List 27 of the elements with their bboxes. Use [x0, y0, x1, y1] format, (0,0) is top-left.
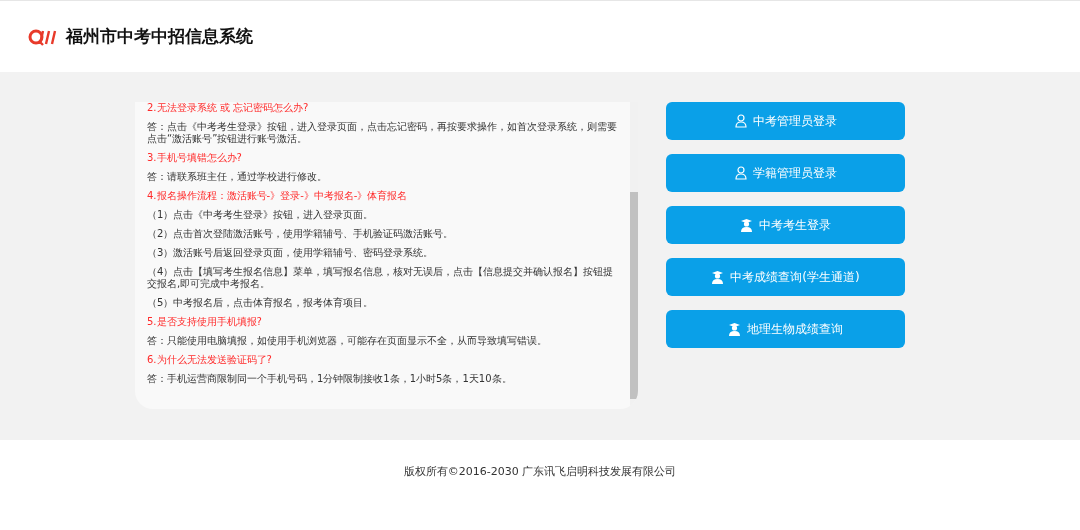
faq-answer: （1）点击《中考考生登录》按钮，进入登录页面。	[147, 209, 375, 221]
copyright-text: 版权所有©2016-2030 广东讯飞启明科技发展有限公司	[403, 464, 677, 478]
graduate-icon	[740, 218, 753, 232]
faq-answer: 答：只能使用电脑填报，如使用手机浏览器，可能存在页面显示不全，从而导致填写错误。	[147, 335, 548, 347]
login-button[interactable]: 地理生物成绩查询	[666, 310, 905, 348]
faq-question: 3.手机号填错怎么办?	[147, 152, 243, 164]
user-icon	[734, 114, 747, 128]
faq-answer: 答：手机运营商限制同一个手机号码，1分钟限制接收1条，1小时5条，1天10条。	[147, 373, 513, 385]
login-button[interactable]: 中考成绩查询(学生通道)	[666, 258, 905, 296]
faq-answer: 答：请联系班主任，通过学校进行修改。	[147, 171, 328, 183]
login-button[interactable]: 中考管理员登录	[666, 102, 905, 140]
faq-answer: 答：点击《中考考生登录》按钮，进入登录页面，点击忘记密码，再按要求操作，如首次登录系统，则需要点击“激活账号”按钮进行账号激活。	[147, 121, 618, 145]
graduate-icon	[711, 270, 725, 284]
login-button[interactable]: 中考考生登录	[666, 206, 905, 244]
faq-question: 2.无法登录系统 或 忘记密码怎么办?	[147, 102, 310, 114]
site-title: 福州市中考中招信息系统	[66, 25, 253, 48]
login-button[interactable]: 学籍管理员登录	[666, 154, 905, 192]
faq-answer: （3）激活账号后返回登录页面，使用学籍辅号、密码登录系统。	[147, 247, 435, 259]
user-icon	[734, 166, 747, 180]
graduate-icon	[728, 322, 741, 336]
logo-icon	[28, 27, 58, 46]
faq-answer: （4）点击【填写考生报名信息】菜单，填写报名信息，核对无误后，点击【信息提交并确认报名】按钮提交报名,即可完成中考报名。	[147, 266, 615, 290]
faq-question: 6.为什么无法发送验证码了?	[147, 354, 273, 366]
faq-answer: （2）点击首次登陆激活账号，使用学籍辅号、手机验证码激活账号。	[147, 228, 455, 240]
faq-answer: （5）中考报名后，点击体育报名，报考体育项目。	[147, 297, 375, 309]
faq-question: 5.是否支持使用手机填报?	[147, 316, 263, 328]
faq-question: 4.报名操作流程：激活账号-》登录-》中考报名-》体育报名	[147, 190, 409, 202]
